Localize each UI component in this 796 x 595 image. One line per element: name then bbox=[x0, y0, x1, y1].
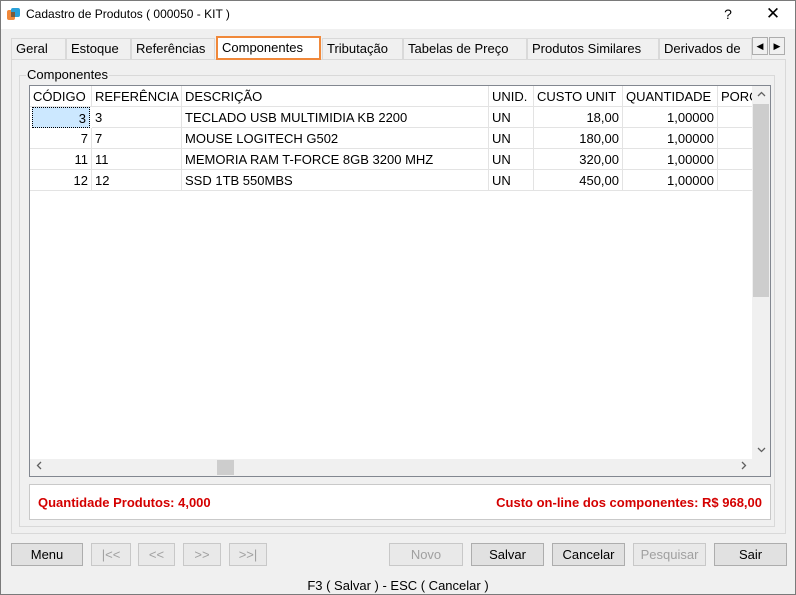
cell-custo-unit[interactable]: 18,00 bbox=[534, 107, 623, 128]
scrollbar-corner bbox=[752, 459, 770, 476]
cell-custo-unit[interactable]: 320,00 bbox=[534, 149, 623, 170]
column-header-descricao[interactable]: DESCRIÇÃO bbox=[182, 86, 489, 107]
status-bar: F3 ( Salvar ) - ESC ( Cancelar ) bbox=[307, 578, 489, 593]
cell-descricao[interactable]: SSD 1TB 550MBS bbox=[182, 170, 489, 191]
column-header-codigo[interactable]: CÓDIGO bbox=[30, 86, 92, 107]
close-icon[interactable]: ✕ bbox=[761, 3, 785, 25]
cell-descricao[interactable]: MOUSE LOGITECH G502 bbox=[182, 128, 489, 149]
column-header-custo-unit[interactable]: CUSTO UNIT bbox=[534, 86, 623, 107]
tab-tabelas-de-preco[interactable]: Tabelas de Preço bbox=[403, 38, 527, 59]
grid-header: CÓDIGO REFERÊNCIA DESCRIÇÃO UNID. CUSTO … bbox=[30, 86, 752, 107]
cell-custo-unit[interactable]: 180,00 bbox=[534, 128, 623, 149]
scroll-right-icon[interactable] bbox=[735, 459, 752, 476]
cell-porc[interactable] bbox=[718, 128, 752, 149]
column-header-referencia[interactable]: REFERÊNCIA bbox=[92, 86, 182, 107]
tab-scroll-right-icon[interactable]: ▶ bbox=[769, 37, 785, 55]
app-logo-icon bbox=[7, 8, 20, 20]
search-button[interactable]: Pesquisar bbox=[633, 543, 706, 566]
scroll-left-icon[interactable] bbox=[30, 459, 47, 476]
tab-derivados[interactable]: Derivados de bbox=[659, 38, 752, 59]
tab-componentes[interactable]: Componentes bbox=[216, 36, 321, 60]
new-button[interactable]: Novo bbox=[389, 543, 463, 566]
first-record-button[interactable]: |<< bbox=[91, 543, 131, 566]
column-header-quantidade[interactable]: QUANTIDADE bbox=[623, 86, 718, 107]
scroll-down-icon[interactable] bbox=[752, 442, 770, 459]
column-header-unid[interactable]: UNID. bbox=[489, 86, 534, 107]
window-title: Cadastro de Produtos ( 000050 - KIT ) bbox=[26, 7, 230, 21]
cell-referencia[interactable]: 7 bbox=[92, 128, 182, 149]
column-header-porc[interactable]: PORC bbox=[718, 86, 752, 107]
product-registration-window: Cadastro de Produtos ( 000050 - KIT ) ? … bbox=[0, 0, 796, 595]
title-bar: Cadastro de Produtos ( 000050 - KIT ) ? … bbox=[1, 1, 795, 29]
exit-button[interactable]: Sair bbox=[714, 543, 787, 566]
cell-unid[interactable]: UN bbox=[489, 107, 534, 128]
tab-scroll-left-icon[interactable]: ◀ bbox=[752, 37, 768, 55]
summary-box: Quantidade Produtos: 4,000 Custo on-line… bbox=[29, 484, 771, 520]
cell-codigo[interactable]: 3 bbox=[32, 107, 90, 128]
cell-porc[interactable] bbox=[718, 149, 752, 170]
menu-button[interactable]: Menu bbox=[11, 543, 83, 566]
cancel-button[interactable]: Cancelar bbox=[552, 543, 625, 566]
horizontal-scrollbar[interactable] bbox=[30, 459, 752, 476]
cell-codigo[interactable]: 12 bbox=[30, 170, 92, 191]
tab-tributacao[interactable]: Tributação bbox=[322, 38, 403, 59]
help-button[interactable]: ? bbox=[718, 4, 738, 24]
cell-quantidade[interactable]: 1,00000 bbox=[623, 107, 718, 128]
tab-strip: Geral Estoque Referências Componentes Tr… bbox=[11, 36, 786, 60]
cell-porc[interactable] bbox=[718, 170, 752, 191]
cell-descricao[interactable]: MEMORIA RAM T-FORCE 8GB 3200 MHZ bbox=[182, 149, 489, 170]
components-cost-total: Custo on-line dos componentes: R$ 968,00 bbox=[496, 495, 762, 510]
cell-descricao[interactable]: TECLADO USB MULTIMIDIA KB 2200 bbox=[182, 107, 489, 128]
tab-referencias[interactable]: Referências bbox=[131, 38, 215, 59]
cell-codigo[interactable]: 7 bbox=[30, 128, 92, 149]
cell-porc[interactable] bbox=[718, 107, 752, 128]
components-panel: Componentes CÓDIGO REFERÊNCIA DESCRIÇÃO … bbox=[11, 59, 786, 534]
cell-unid[interactable]: UN bbox=[489, 149, 534, 170]
vertical-scroll-thumb[interactable] bbox=[753, 104, 769, 297]
tab-estoque[interactable]: Estoque bbox=[66, 38, 131, 59]
tab-geral[interactable]: Geral bbox=[11, 38, 66, 59]
vertical-scrollbar[interactable] bbox=[752, 86, 770, 459]
cell-referencia[interactable]: 3 bbox=[92, 107, 182, 128]
cell-custo-unit[interactable]: 450,00 bbox=[534, 170, 623, 191]
horizontal-scroll-thumb[interactable] bbox=[217, 460, 234, 475]
scroll-up-icon[interactable] bbox=[752, 86, 770, 103]
cell-unid[interactable]: UN bbox=[489, 128, 534, 149]
cell-quantidade[interactable]: 1,00000 bbox=[623, 149, 718, 170]
tab-produtos-similares[interactable]: Produtos Similares bbox=[527, 38, 659, 59]
last-record-button[interactable]: >>| bbox=[229, 543, 267, 566]
cell-quantidade[interactable]: 1,00000 bbox=[623, 170, 718, 191]
save-button[interactable]: Salvar bbox=[471, 543, 544, 566]
product-quantity-total: Quantidade Produtos: 4,000 bbox=[38, 495, 211, 510]
previous-record-button[interactable]: << bbox=[138, 543, 175, 566]
cell-referencia[interactable]: 12 bbox=[92, 170, 182, 191]
components-grid[interactable]: CÓDIGO REFERÊNCIA DESCRIÇÃO UNID. CUSTO … bbox=[29, 85, 771, 477]
cell-unid[interactable]: UN bbox=[489, 170, 534, 191]
cell-codigo[interactable]: 11 bbox=[30, 149, 92, 170]
cell-quantidade[interactable]: 1,00000 bbox=[623, 128, 718, 149]
cell-referencia[interactable]: 11 bbox=[92, 149, 182, 170]
group-label: Componentes bbox=[26, 67, 109, 82]
next-record-button[interactable]: >> bbox=[183, 543, 221, 566]
